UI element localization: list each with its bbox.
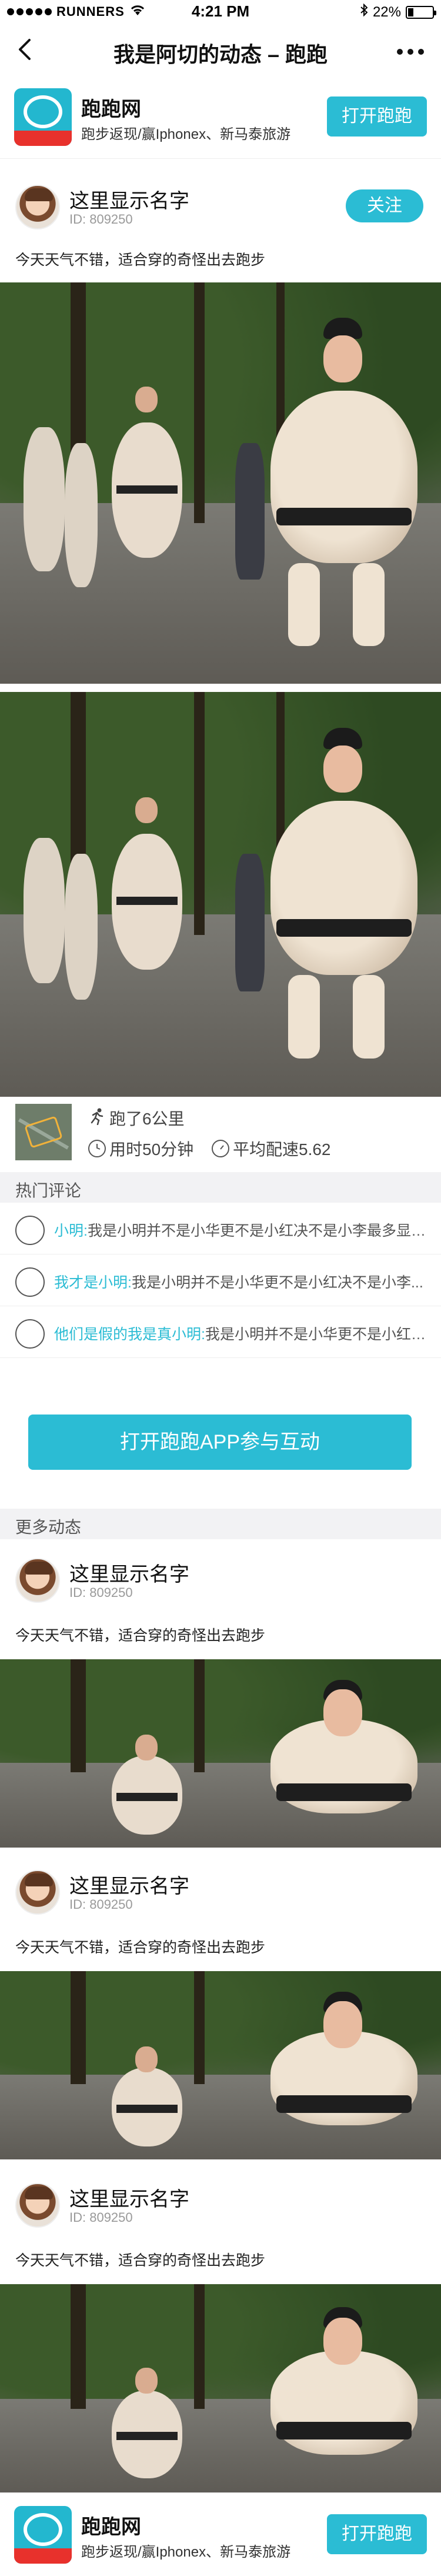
user-id: ID: 809250 (69, 1585, 133, 1600)
post-text: 今天天气不错，适合穿的奇怪出去跑步 (15, 2252, 266, 2269)
post-photo[interactable] (0, 282, 441, 684)
post-text: 今天天气不错，适合穿的奇怪出去跑步 (15, 252, 266, 268)
status-bar: RUNNERS 4:21 PM 22% (0, 0, 441, 24)
duration-text: 用时50分钟 (109, 1140, 194, 1159)
comment-body: 我是小明并不是小华更不是小红决不是小李... (205, 1326, 430, 1343)
comment-text: 我才是小明:我是小明并不是小华更不是小红决不是小李... (54, 1271, 430, 1292)
comment-item[interactable]: 我才是小明:我是小明并不是小华更不是小红决不是小李... (0, 1254, 441, 1306)
comment-body: 我是小明并不是小华更不是小红决不是小李最多显示... (87, 1223, 430, 1239)
distance-stat: 跑了6公里 (88, 1106, 185, 1130)
open-app-button[interactable]: 打开跑跑 (327, 2514, 427, 2554)
battery-percent: 22% (372, 4, 401, 20)
commenter-name[interactable]: 我才是小明: (54, 1274, 132, 1291)
app-download-banner-bottom: 跑跑网 跑步返现/赢Iphonex、新马泰旅游 打开跑跑 (0, 2492, 441, 2576)
avatar[interactable] (15, 2183, 60, 2228)
app-download-banner: 跑跑网 跑步返现/赢Iphonex、新马泰旅游 打开跑跑 (0, 75, 441, 159)
commenter-avatar[interactable] (15, 1267, 45, 1297)
status-right: 22% (360, 3, 436, 21)
post-text: 今天天气不错，适合穿的奇怪出去跑步 (15, 1939, 266, 1956)
clock-icon (88, 1140, 106, 1157)
user-name[interactable]: 这里显示名字 (69, 1558, 189, 1587)
user-name[interactable]: 这里显示名字 (69, 1870, 189, 1899)
post-text: 今天天气不错，适合穿的奇怪出去跑步 (15, 1628, 266, 1644)
app-name: 跑跑网 (81, 2516, 141, 2538)
user-id: ID: 809250 (69, 1897, 133, 1912)
avatar[interactable] (15, 1558, 60, 1603)
nav-bar: 我是阿切的动态 – 跑跑 (0, 24, 441, 75)
commenter-name[interactable]: 小明: (54, 1223, 88, 1239)
duration-stat: 用时50分钟 (88, 1137, 193, 1160)
post-header: 这里显示名字 ID: 809250 关注 今天天气不错，适合穿的奇怪出去跑步 (0, 171, 441, 282)
speedometer-icon (212, 1140, 229, 1157)
more-posts-header: 更多动态 (0, 1509, 441, 1539)
comment-text: 他们是假的我是真小明:我是小明并不是小华更不是小红决不是小李... (54, 1323, 430, 1344)
post-photo[interactable] (0, 692, 441, 1097)
post-photo[interactable] (0, 1971, 441, 2159)
commenter-avatar[interactable] (15, 1319, 45, 1349)
route-map-thumbnail[interactable] (15, 1104, 72, 1160)
user-name[interactable]: 这里显示名字 (69, 2183, 189, 2212)
app-description: 跑步返现/赢Iphonex、新马泰旅游 (81, 2544, 291, 2560)
post-photo[interactable] (0, 2284, 441, 2492)
user-id: ID: 809250 (69, 2210, 133, 2225)
open-app-interact-button[interactable]: 打开跑跑APP参与互动 (28, 1415, 412, 1470)
more-post-header[interactable]: 这里显示名字 ID: 809250 今天天气不错，适合穿的奇怪出去跑步 (0, 2166, 441, 2284)
battery-icon (406, 5, 436, 19)
comment-body: 我是小明并不是小华更不是小红决不是小李... (131, 1274, 423, 1291)
open-app-button[interactable]: 打开跑跑 (327, 96, 427, 137)
commenter-avatar[interactable] (15, 1216, 45, 1245)
app-logo (14, 2506, 72, 2564)
comment-item[interactable]: 他们是假的我是真小明:我是小明并不是小华更不是小红决不是小李... (0, 1306, 441, 1358)
section-title: 热门评论 (15, 1182, 82, 1200)
app-logo (14, 88, 72, 146)
section-title: 更多动态 (15, 1518, 82, 1536)
user-id: ID: 809250 (69, 212, 133, 227)
page-title: 我是阿切的动态 – 跑跑 (113, 42, 328, 66)
ellipsis-icon[interactable] (396, 39, 425, 56)
avatar[interactable] (15, 1870, 60, 1915)
more-post-header[interactable]: 这里显示名字 ID: 809250 今天天气不错，适合穿的奇怪出去跑步 (0, 1542, 441, 1659)
pace-text: 平均配速5.62 (233, 1140, 331, 1159)
more-post-header[interactable]: 这里显示名字 ID: 809250 今天天气不错，适合穿的奇怪出去跑步 (0, 1853, 441, 1971)
distance-text: 跑了6公里 (109, 1110, 185, 1128)
commenter-name[interactable]: 他们是假的我是真小明: (54, 1326, 205, 1343)
avatar[interactable] (15, 185, 60, 229)
bluetooth-icon (360, 3, 368, 21)
follow-button[interactable]: 关注 (346, 189, 423, 222)
running-icon (88, 1107, 106, 1129)
comment-item[interactable]: 小明:我是小明并不是小华更不是小红决不是小李最多显示... (0, 1203, 441, 1254)
post-photo[interactable] (0, 1659, 441, 1848)
app-name: 跑跑网 (81, 98, 141, 121)
chevron-left-icon[interactable] (16, 36, 40, 62)
pace-stat: 平均配速5.62 (212, 1137, 331, 1160)
user-name[interactable]: 这里显示名字 (69, 185, 189, 214)
app-description: 跑步返现/赢Iphonex、新马泰旅游 (81, 127, 291, 142)
comment-text: 小明:我是小明并不是小华更不是小红决不是小李最多显示... (54, 1219, 430, 1240)
hot-comments-header: 热门评论 (0, 1172, 441, 1203)
